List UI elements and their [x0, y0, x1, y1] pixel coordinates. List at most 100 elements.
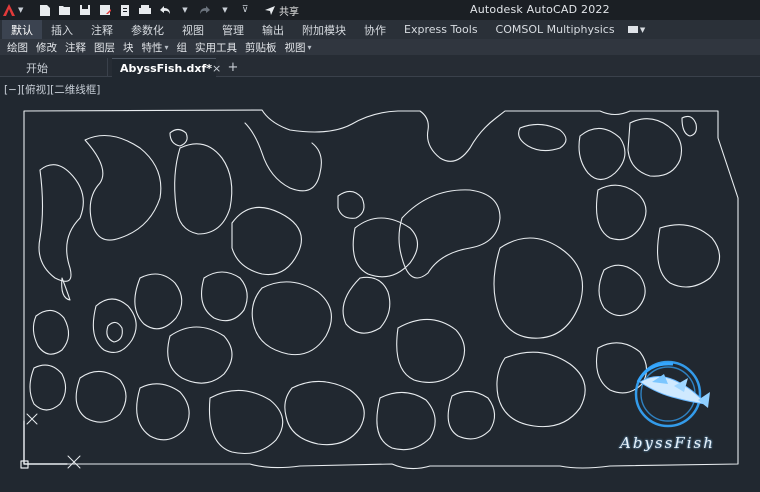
- cutout-shape: [169, 128, 188, 147]
- panel-properties[interactable]: 特性 ▾: [138, 40, 173, 55]
- cutout-shape: [578, 127, 626, 181]
- cutout-shape: [106, 321, 123, 343]
- dropdown-icon[interactable]: ▼: [178, 3, 192, 17]
- ribbon-tab-bar: 默认 插入 注释 参数化 视图 管理 输出 附加模块 协作 Express To…: [0, 20, 760, 39]
- panel-block[interactable]: 块: [119, 40, 138, 55]
- share-button[interactable]: 共享: [264, 3, 299, 18]
- cutout-shape: [84, 134, 162, 241]
- panel-label: 视图: [284, 41, 306, 54]
- undo-icon[interactable]: [158, 3, 172, 17]
- cutout-shape: [496, 351, 586, 428]
- cutout-shape: [337, 190, 365, 219]
- ribbon-panel-bar: 绘图 修改 注释 图层 块 特性 ▾ 组 实用工具 剪贴板 视图 ▾: [0, 39, 760, 55]
- autocad-a-icon: [3, 4, 15, 16]
- new-tab-button[interactable]: +: [225, 58, 241, 77]
- cutout-shape: [657, 224, 721, 288]
- cutout-shape: [595, 184, 647, 241]
- cutout-shape: [174, 143, 233, 235]
- ucs-icon: [23, 420, 68, 465]
- cutout-shape: [75, 370, 127, 423]
- panel-label: 组: [176, 41, 188, 54]
- panel-label: 实用工具: [195, 41, 238, 54]
- cutout-shape: [32, 309, 70, 355]
- panel-label: 注释: [65, 41, 86, 54]
- title-bar: ▼ ▼ ▼ ⊽ 共享 Autodesk AutoCAD 2022: [0, 0, 760, 20]
- chevron-down-icon: ▾: [164, 42, 169, 52]
- cutout-shape: [208, 389, 284, 455]
- tab-comsol[interactable]: COMSOL Multiphysics: [487, 20, 624, 39]
- saveas-icon[interactable]: [98, 3, 112, 17]
- cutout-shape: [38, 164, 84, 282]
- file-tab-bar: 开始 AbyssFish.dxf* × +: [0, 55, 760, 77]
- chevron-down-icon: ▼: [18, 6, 24, 14]
- print-icon[interactable]: [118, 3, 132, 17]
- new-icon[interactable]: [38, 3, 52, 17]
- cutout-shape: [447, 390, 496, 440]
- cutout-shape: [284, 380, 365, 446]
- tab-parametric[interactable]: 参数化: [122, 20, 173, 39]
- viewport-controls-label[interactable]: [−][俯视][二维线框]: [4, 82, 100, 97]
- cutout-shape: [251, 281, 332, 356]
- cutout-shape: [493, 237, 584, 339]
- tab-insert[interactable]: 插入: [42, 20, 82, 39]
- plot-icon[interactable]: [138, 3, 152, 17]
- window-title: Autodesk AutoCAD 2022: [470, 3, 610, 16]
- quick-access-toolbar: ▼ ▼ ⊽ 共享: [38, 2, 299, 18]
- panel-draw[interactable]: 绘图: [3, 40, 32, 55]
- app-menu-button[interactable]: ▼: [2, 1, 26, 19]
- panel-annotation[interactable]: 注释: [61, 40, 90, 55]
- cutout-shape: [29, 364, 67, 411]
- panel-groups[interactable]: 组: [173, 40, 192, 55]
- panel-label: 绘图: [7, 41, 28, 54]
- cutout-shape: [134, 273, 183, 330]
- cutout-shape: [681, 115, 697, 137]
- panel-layers[interactable]: 图层: [90, 40, 119, 55]
- cutout-shape: [627, 118, 683, 177]
- watermark-text: AbyssFish: [620, 434, 715, 452]
- cutout-shape: [244, 122, 322, 192]
- redo-icon[interactable]: [198, 3, 212, 17]
- cutout-shape: [92, 298, 137, 353]
- cutout-shape: [598, 264, 646, 317]
- paper-plane-icon: [265, 5, 275, 15]
- tab-start[interactable]: 开始: [18, 58, 108, 77]
- tab-drawing-file[interactable]: AbyssFish.dxf* ×: [112, 58, 221, 77]
- dropdown-icon[interactable]: ⊽: [238, 3, 252, 17]
- cutout-shape: [201, 271, 248, 322]
- tab-manage[interactable]: 管理: [213, 20, 253, 39]
- chevron-down-icon: ▾: [307, 42, 312, 52]
- tab-view[interactable]: 视图: [173, 20, 213, 39]
- tab-addins[interactable]: 附加模块: [293, 20, 355, 39]
- save-icon[interactable]: [78, 3, 92, 17]
- cutout-shape: [396, 318, 466, 383]
- panel-label: 块: [123, 41, 134, 54]
- chevron-down-icon: ▼: [639, 25, 646, 34]
- cutout-shape: [231, 206, 302, 276]
- cutout-shape: [352, 217, 419, 278]
- panel-utilities[interactable]: 实用工具: [191, 40, 241, 55]
- share-label: 共享: [279, 6, 299, 18]
- panel-toggle-icon: [627, 26, 638, 33]
- tab-express-tools[interactable]: Express Tools: [395, 20, 487, 39]
- tab-output[interactable]: 输出: [253, 20, 293, 39]
- tab-collaborate[interactable]: 协作: [355, 20, 395, 39]
- panel-clipboard[interactable]: 剪贴板: [241, 40, 281, 55]
- tab-label: 开始: [26, 61, 48, 75]
- cutout-shape: [376, 391, 436, 451]
- panel-view[interactable]: 视图 ▾: [281, 40, 316, 55]
- panel-label: 剪贴板: [245, 41, 277, 54]
- tab-annotate[interactable]: 注释: [82, 20, 122, 39]
- cutout-shape: [136, 383, 190, 441]
- chevron-down-icon[interactable]: ▼: [218, 3, 232, 17]
- panel-label: 修改: [36, 41, 57, 54]
- panel-modify[interactable]: 修改: [32, 40, 61, 55]
- panel-label: 特性: [141, 41, 163, 54]
- cutout-shape: [342, 276, 391, 334]
- panel-label: 图层: [94, 41, 115, 54]
- ribbon-options-button[interactable]: ▼: [624, 20, 650, 39]
- tab-label: AbyssFish.dxf*: [120, 61, 213, 75]
- close-icon[interactable]: ×: [212, 62, 221, 75]
- cutout-shape: [518, 123, 567, 152]
- tab-default[interactable]: 默认: [2, 20, 42, 39]
- open-icon[interactable]: [58, 3, 72, 17]
